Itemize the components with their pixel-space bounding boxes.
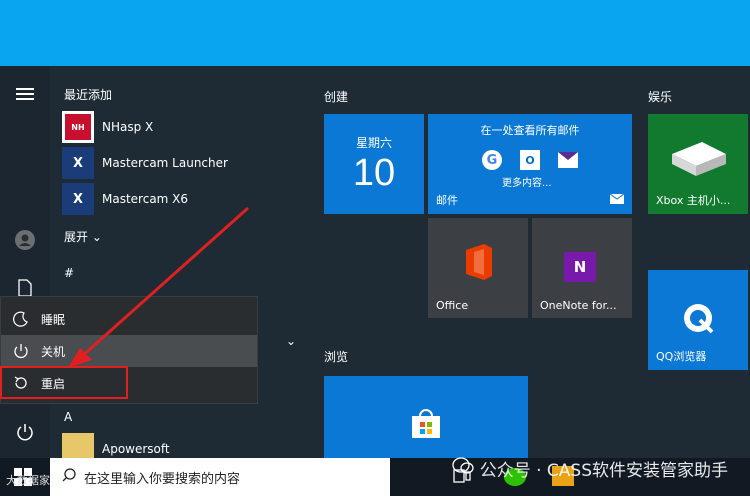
- onenote-label: OneNote for...: [540, 299, 617, 312]
- envelope-icon: [558, 152, 578, 172]
- google-icon: G: [482, 150, 502, 170]
- group-title-create: 创建: [324, 90, 349, 104]
- xbox-label: Xbox 主机小...: [656, 194, 731, 207]
- wechat-logo-icon: [452, 457, 474, 480]
- onenote-icon: N: [564, 252, 596, 282]
- xbox-console-icon: [668, 140, 728, 184]
- office-icon: [462, 244, 494, 284]
- store-tile[interactable]: [324, 376, 528, 458]
- watermark-text: 公众号 · CASS软件安装管家助手: [479, 461, 728, 481]
- office-label: Office: [436, 299, 469, 312]
- onenote-tile[interactable]: N OneNote for...: [532, 218, 632, 318]
- watermark-left: 大数据家: [6, 474, 50, 487]
- mail-envelope-icon: [609, 189, 625, 208]
- xbox-tile[interactable]: Xbox 主机小...: [648, 114, 748, 214]
- qq-browser-icon: [682, 302, 714, 338]
- mail-more: 更多内容...: [502, 178, 552, 189]
- search-box[interactable]: 在这里输入你要搜索的内容: [50, 458, 390, 496]
- calendar-tile[interactable]: 星期六 10: [324, 114, 424, 214]
- group-title-entertainment: 娱乐: [648, 90, 673, 104]
- office-tile[interactable]: Office: [428, 218, 528, 318]
- search-placeholder: 在这里输入你要搜索的内容: [84, 471, 241, 487]
- search-icon: [62, 468, 76, 486]
- store-icon: [410, 408, 442, 444]
- calendar-weekday: 星期六: [355, 136, 392, 150]
- qq-browser-tile[interactable]: QQ浏览器: [648, 270, 748, 370]
- watermark: 公众号 · CASS软件安装管家助手: [452, 456, 728, 481]
- mail-tile[interactable]: 在一处查看所有邮件 G O 更多内容... 邮件: [428, 114, 632, 214]
- outlook-icon: O: [520, 150, 540, 170]
- group-title-browse: 浏览: [324, 350, 349, 364]
- mail-title: 在一处查看所有邮件: [480, 124, 580, 137]
- mail-label: 邮件: [436, 194, 458, 207]
- qq-label: QQ浏览器: [656, 350, 707, 363]
- calendar-date: 10: [352, 152, 396, 194]
